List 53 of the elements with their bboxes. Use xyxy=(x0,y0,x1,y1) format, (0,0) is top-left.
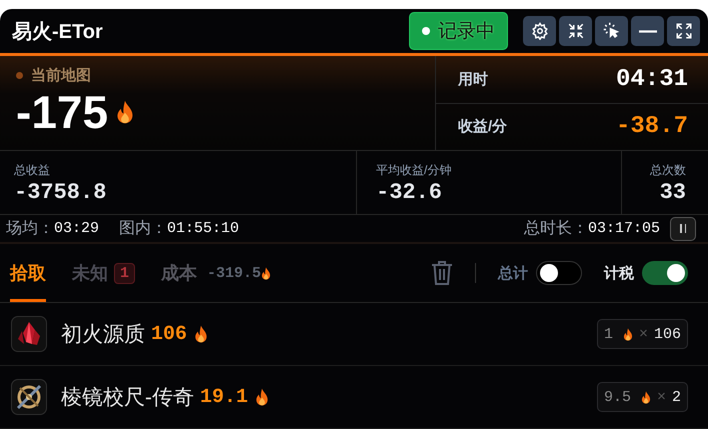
time-value: 04:31 xyxy=(616,66,688,94)
stat-label: 总收益 xyxy=(14,162,51,180)
flame-icon xyxy=(640,390,651,404)
settings-button[interactable] xyxy=(523,16,556,46)
item-name: 棱镜校尺-传奇 xyxy=(61,385,194,411)
collapse-icon xyxy=(566,22,584,40)
app-title: 易火-ETor xyxy=(12,20,104,45)
item-name: 初火源质 xyxy=(61,322,145,348)
recording-button[interactable]: 记录中 xyxy=(409,12,508,50)
pause-button[interactable] xyxy=(670,216,696,241)
flame-icon xyxy=(261,266,272,280)
total-time-label: 总时长： xyxy=(524,218,588,240)
quantity-badge: 1 × 106 xyxy=(596,319,688,349)
in-map-label: 图内： xyxy=(119,218,168,240)
tab[interactable]: 拾取 xyxy=(10,244,46,302)
stat-value: 33 xyxy=(660,180,686,206)
quantity-badge: 9.5 × 2 xyxy=(596,382,688,412)
pause-icon xyxy=(680,224,686,234)
in-map-value: 01:55:10 xyxy=(167,220,240,238)
minimize-icon xyxy=(638,30,656,33)
flame-icon xyxy=(116,100,134,124)
collapse-button[interactable] xyxy=(559,16,592,46)
map-value: -175 xyxy=(16,87,108,138)
item-icon xyxy=(11,316,47,352)
item-value: 106 xyxy=(151,322,188,346)
flame-icon xyxy=(255,388,270,406)
cost-value: -319.5 xyxy=(207,264,262,282)
flame-icon xyxy=(622,328,633,340)
time-label: 用时 xyxy=(458,70,488,90)
cursor-click-icon xyxy=(602,22,620,40)
minimize-button[interactable] xyxy=(631,16,664,46)
settings-icon xyxy=(530,22,548,40)
map-label: 当前地图 xyxy=(31,66,91,86)
count-badge: 1 xyxy=(114,262,136,284)
toggle-label: 总计 xyxy=(498,264,528,282)
item-value: 19.1 xyxy=(200,386,248,408)
total-time-value: 03:17:05 xyxy=(588,220,660,238)
expand-icon xyxy=(674,22,692,40)
stat-value: -32.6 xyxy=(376,180,444,206)
stat-label: 平均收益/分钟 xyxy=(376,162,452,180)
expand-button[interactable] xyxy=(667,16,700,46)
toggle-label: 计税 xyxy=(604,264,634,282)
flame-icon xyxy=(194,325,208,343)
cost-label: 成本 xyxy=(161,262,198,285)
avg-value: 03:29 xyxy=(54,220,100,238)
cursor-click-button[interactable] xyxy=(595,16,628,46)
rate-label: 收益/分 xyxy=(458,117,508,136)
stat-value: -3758.8 xyxy=(14,180,108,206)
item-icon xyxy=(11,379,47,415)
stat-label: 总次数 xyxy=(650,162,686,180)
avg-label: 场均： xyxy=(6,219,54,240)
rate-value: -38.7 xyxy=(616,113,688,140)
status-dot xyxy=(16,72,23,80)
